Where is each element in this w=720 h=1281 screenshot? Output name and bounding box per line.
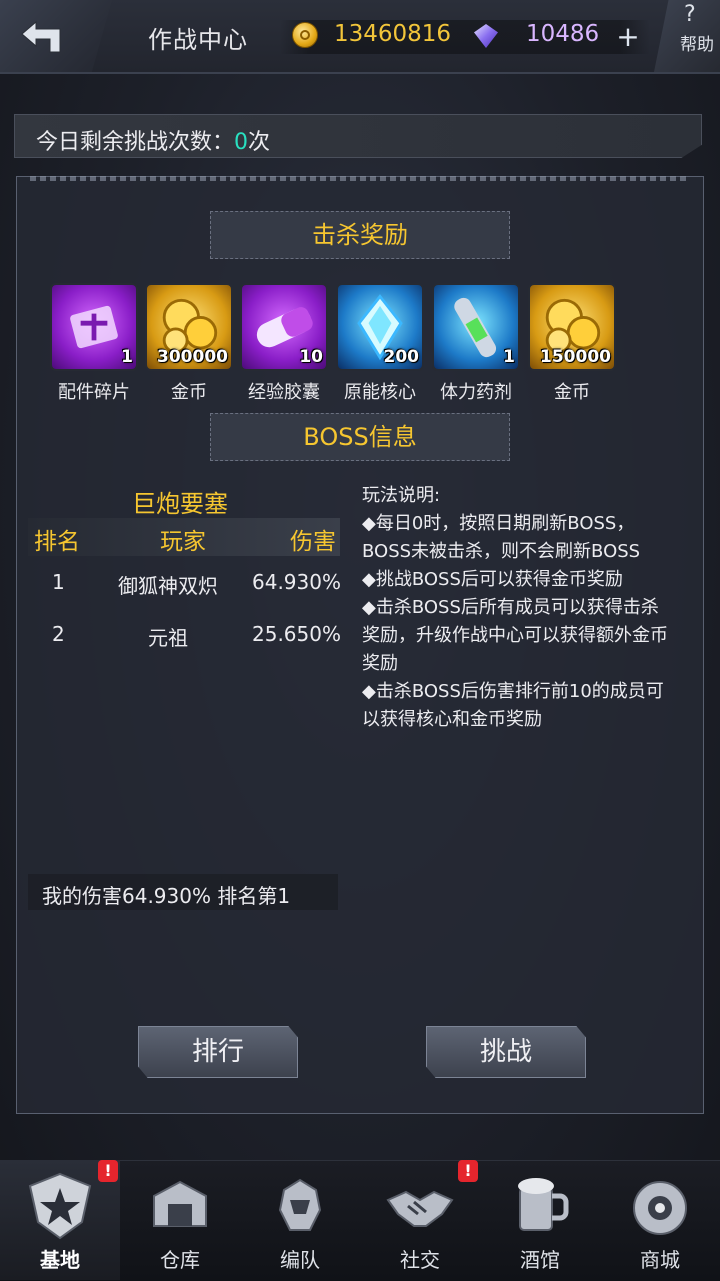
reward-name: 经验胶囊	[248, 382, 320, 403]
reward-qty: 10	[299, 347, 323, 367]
boss-info-title: BOSS信息	[303, 423, 417, 451]
nav-label: 商城	[640, 1248, 680, 1272]
reward-name: 金币	[554, 382, 590, 403]
challenge-counter-label: 今日剩余挑战次数：	[36, 130, 235, 155]
nav-label: 酒馆	[520, 1248, 560, 1272]
kill-reward-title: 击杀奖励	[312, 221, 408, 249]
row-damage: 64.930%	[252, 570, 341, 594]
reward-name: 原能核心	[344, 382, 416, 403]
nav-label: 仓库	[160, 1248, 200, 1272]
shop-icon	[633, 1181, 687, 1235]
rules-line: ◆击杀BOSS后伤害排行前10的成员可以获得核心和金币奖励	[362, 681, 664, 730]
row-player: 御狐神双炽	[118, 574, 218, 598]
row-rank: 1	[52, 570, 65, 594]
reward-item-gold[interactable]: 300000	[145, 283, 233, 371]
challenge-counter: 今日剩余挑战次数：0次	[36, 124, 270, 156]
reward-item-exp-capsule[interactable]: 10	[240, 283, 328, 371]
squad-icon	[278, 1178, 322, 1231]
gold-coin-icon	[292, 22, 318, 48]
help-label: 帮助	[680, 35, 714, 55]
challenge-button-label: 挑战	[479, 1037, 532, 1067]
nav-item-tavern[interactable]: 酒馆	[480, 1160, 600, 1280]
notification-badge: !	[98, 1160, 118, 1182]
column-damage: 伤害	[290, 529, 336, 555]
column-rank: 排名	[34, 529, 80, 555]
notification-badge: !	[458, 1160, 478, 1182]
rules-line: ◆每日0时，按照日期刷新BOSS，BOSS未被击杀，则不会刷新BOSS	[362, 513, 641, 562]
challenge-unit: 次	[248, 130, 271, 155]
nav-label: 基地	[40, 1248, 80, 1272]
tavern-mug-icon	[518, 1178, 569, 1231]
add-gems-button[interactable]: +	[614, 23, 642, 52]
rules-line: ◆挑战BOSS后可以获得金币奖励	[362, 569, 623, 590]
reward-qty: 1	[503, 347, 515, 367]
challenge-count: 0	[234, 130, 249, 155]
rules-line: ◆击杀BOSS后所有成员可以获得击杀奖励，升级作战中心可以获得额外金币奖励	[362, 597, 668, 674]
ranking-button[interactable]: 排行	[138, 1026, 298, 1078]
my-damage-text: 我的伤害64.930% 排名第1	[42, 884, 291, 908]
help-icon: ?	[684, 2, 696, 27]
reward-item-energy-core[interactable]: 200	[336, 283, 424, 371]
reward-item-stamina-potion[interactable]: 1	[432, 283, 520, 371]
handshake-icon	[386, 1190, 454, 1227]
page-title: 作战中心	[148, 26, 248, 54]
gold-amount: 13460816	[334, 21, 452, 47]
reward-item-parts-fragment[interactable]: 1	[50, 283, 138, 371]
row-damage: 25.650%	[252, 622, 341, 646]
base-emblem-icon	[28, 1172, 92, 1240]
nav-item-social[interactable]: 社交 !	[360, 1160, 480, 1280]
reward-qty: 150000	[540, 347, 611, 367]
ranking-button-label: 排行	[191, 1037, 244, 1067]
rules-title: 玩法说明:	[362, 485, 441, 506]
reward-qty: 200	[383, 347, 420, 367]
boss-info-header: BOSS信息	[210, 413, 510, 461]
gem-amount: 10486	[526, 21, 600, 47]
row-rank: 2	[52, 622, 65, 646]
panel-decoration	[30, 176, 690, 181]
my-damage-bar: 我的伤害64.930% 排名第1	[28, 874, 338, 910]
reward-name: 体力药剂	[440, 382, 512, 403]
nav-label: 编队	[280, 1248, 320, 1272]
reward-item-gold[interactable]: 150000	[528, 283, 616, 371]
reward-qty: 1	[121, 347, 133, 367]
reward-qty: 300000	[157, 347, 228, 367]
warehouse-icon	[153, 1180, 207, 1227]
column-player: 玩家	[160, 529, 206, 555]
nav-item-base[interactable]: 基地 !	[0, 1160, 120, 1280]
nav-item-shop[interactable]: 商城	[600, 1160, 720, 1280]
rules-text: 玩法说明: ◆每日0时，按照日期刷新BOSS，BOSS未被击杀，则不会刷新BOS…	[362, 482, 672, 734]
nav-item-warehouse[interactable]: 仓库	[120, 1160, 240, 1280]
kill-reward-header: 击杀奖励	[210, 211, 510, 259]
reward-name: 配件碎片	[58, 382, 130, 403]
row-player: 元祖	[148, 626, 188, 650]
reward-name: 金币	[171, 382, 207, 403]
nav-item-squad[interactable]: 编队	[240, 1160, 360, 1280]
challenge-button[interactable]: 挑战	[426, 1026, 586, 1078]
nav-label: 社交	[400, 1248, 440, 1272]
boss-name: 巨炮要塞	[132, 490, 228, 518]
back-arrow-icon	[21, 20, 61, 53]
